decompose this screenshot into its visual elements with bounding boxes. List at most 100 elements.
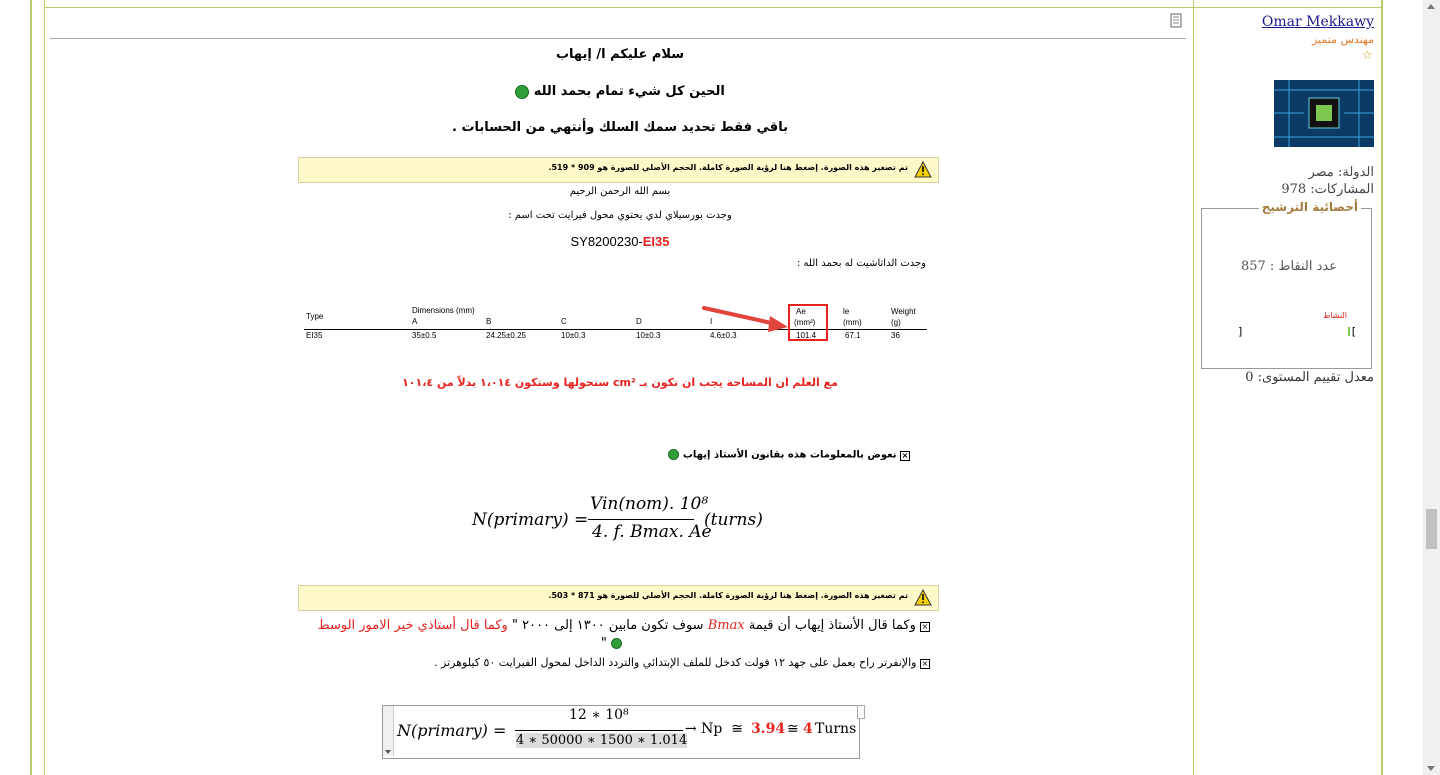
- formula2-denominator: 4 ∗ 50000 ∗ 1500 ∗ 1.014: [516, 733, 688, 748]
- resized-notice-text: تم تصغير هذه الصورة. إضغط هنا لرؤية الصو…: [548, 163, 908, 172]
- left-inner-border: [44, 0, 45, 775]
- substitute-text: نعوض بالمعلومات هذه بقانون الأستاذ إيهاب: [682, 449, 897, 461]
- country-value: مصر: [1308, 165, 1334, 180]
- image-found-line: وجدت بورسيلاي لدي يحتوي محول فيرايت تحت …: [508, 210, 732, 221]
- checkbox-icon-3: ×: [920, 659, 930, 669]
- greeting-line: سلام عليكم ا/ إيهاب: [555, 47, 685, 62]
- activity-label: النشاط: [1322, 311, 1347, 320]
- formula2-lhs: N(primary) =: [397, 721, 507, 740]
- post-separator: [50, 38, 1186, 39]
- formula2-unit: Turns: [815, 721, 857, 737]
- star-icon: ☆: [1362, 48, 1373, 62]
- points-row: عدد النقاط : 857: [1241, 259, 1337, 274]
- bmax-text-red: وكما قال أستاذي خير الامور الوسط: [317, 618, 508, 633]
- table-row-d: 10±0.3: [636, 331, 661, 340]
- points-label: عدد النقاط :: [1269, 259, 1337, 274]
- content-divider: [1193, 0, 1194, 775]
- table-row-a: 35±0.5: [412, 331, 437, 340]
- bmax-line-end: ": [598, 636, 622, 651]
- status-line: الحين كل شيء تمام بحمد الله: [400, 84, 840, 99]
- core-name: SY8200230-EI35: [470, 234, 770, 249]
- country-label: الدولة:: [1338, 165, 1374, 180]
- posts-value: 978: [1281, 182, 1307, 197]
- table-row-type: EI35: [306, 331, 323, 340]
- smile-icon-2: [668, 449, 680, 460]
- bmax-text-a: وكما قال الأستاذ إيهاب أن قيمة: [748, 618, 916, 633]
- warning-icon-2: [914, 589, 932, 606]
- table-row-weight: 36: [891, 331, 900, 340]
- formula-primary-turns: N(primary) = Vin(nom). 10⁸ 4. f. Bmax. A…: [472, 494, 772, 544]
- table-type-header: Type: [306, 312, 324, 321]
- avatar-chip-icon: [1274, 80, 1374, 147]
- table-col-a: A: [412, 317, 418, 326]
- activity-bar-start: ]: [1238, 325, 1243, 338]
- formula-calc-box: N(primary) = 12 ∗ 10⁸ 4 ∗ 50000 ∗ 1500 ∗…: [382, 705, 865, 759]
- smile-icon: [515, 84, 530, 99]
- user-title: مهندس متميز: [1312, 33, 1374, 46]
- table-dims-header: Dimensions (mm): [412, 306, 475, 315]
- status-text: الحين كل شيء تمام بحمد الله: [533, 84, 725, 99]
- username-link[interactable]: Omar Mekkawy: [1262, 14, 1374, 30]
- top-border: [44, 7, 1382, 8]
- reputation-box: أحصائية الترشيح عدد النقاط : 857 النشاط …: [1201, 200, 1372, 369]
- smile-icon-3: [611, 638, 622, 649]
- checkbox-icon: ×: [900, 450, 910, 461]
- table-col-c: C: [561, 317, 567, 326]
- warning-icon: [914, 161, 932, 178]
- table-row-i: 4.6±0.3: [710, 331, 737, 340]
- table-le-header-1: le: [843, 307, 850, 316]
- formula2-value-1: 3.94: [751, 721, 786, 737]
- checkbox-icon-2: ×: [920, 622, 930, 632]
- scroll-down-icon: [385, 750, 391, 754]
- table-weight-header-1: Weight: [891, 307, 916, 316]
- formula1-fraction-bar: [588, 519, 694, 520]
- image-bismillah: بسم الله الرحمن الرحيم: [569, 186, 671, 197]
- formula1-denominator: 4. f. Bmax. Ae: [592, 522, 712, 542]
- scrollbar-thumb[interactable]: [1426, 509, 1437, 549]
- rating-value: 0: [1245, 370, 1254, 385]
- reputation-title: أحصائية الترشيح: [1258, 200, 1361, 214]
- country-row: الدولة: مصر: [1308, 165, 1374, 180]
- datasheet-line: وجدت الداتاشيت له بحمد الله :: [796, 258, 926, 269]
- posts-label: المشاركات:: [1310, 182, 1374, 197]
- formula2-numerator: 12 ∗ 10⁸: [569, 707, 629, 723]
- resized-notice-text-2: تم تصغير هذه الصورة. إضغط هنا لرؤية الصو…: [548, 591, 908, 600]
- bmax-line: × وكما قال الأستاذ إيهاب أن قيمة Bmax سو…: [298, 616, 930, 636]
- table-header-rule: [304, 329, 927, 330]
- table-col-b: B: [486, 317, 492, 326]
- formula2-approx: ≅: [787, 721, 799, 737]
- page-scrollbar[interactable]: [1423, 0, 1440, 775]
- bmax-quote-end: ": [600, 636, 607, 651]
- posts-row: المشاركات: 978: [1281, 182, 1374, 197]
- activity-bar-fill: [1348, 327, 1350, 336]
- bmax-variable: Bmax: [707, 618, 745, 633]
- core-part-b: EI35: [642, 234, 670, 249]
- ae-highlight-box: [788, 304, 828, 341]
- formula1-rhs: (turns): [704, 510, 763, 530]
- formula2-fraction-bar: [515, 730, 683, 731]
- table-row-b: 24.25±0.25: [486, 331, 526, 340]
- scroll-down-icon-page[interactable]: [1427, 766, 1435, 771]
- activity-bar-end: [: [1351, 325, 1356, 338]
- area-conversion-note: مع العلم ان المساحة يجب ان تكون بـ cm² س…: [402, 376, 838, 389]
- right-border: [1381, 0, 1383, 775]
- table-row-le: 67.1: [845, 331, 861, 340]
- resized-image-notice[interactable]: تم تصغير هذه الصورة. إضغط هنا لرؤية الصو…: [298, 157, 939, 183]
- activity-bar: ] [: [1238, 325, 1356, 338]
- red-arrow-icon: [702, 306, 788, 332]
- formula2-value-2: 4: [803, 721, 813, 737]
- points-value: 857: [1240, 259, 1266, 274]
- formula-box-handle[interactable]: [857, 705, 865, 719]
- formula1-numerator: Vin(nom). 10⁸: [590, 494, 709, 514]
- table-row-c: 10±0.3: [561, 331, 586, 340]
- post-icon[interactable]: [1170, 13, 1183, 28]
- inverter-text: والإنفرتر راح يعمل على جهد ١٢ فولت كدخل …: [434, 656, 917, 669]
- resized-image-notice-2[interactable]: تم تصغير هذه الصورة. إضغط هنا لرؤية الصو…: [298, 585, 939, 611]
- rating-label: معدل تقييم المستوى:: [1257, 370, 1374, 385]
- avatar[interactable]: [1274, 80, 1374, 147]
- scroll-up-icon[interactable]: [1427, 4, 1435, 9]
- formula2-arrow: → Np ≅: [685, 721, 744, 737]
- formula-box-scroll[interactable]: [383, 706, 394, 756]
- remaining-line: باقي فقط تحديد سمك السلك وأنتهي من الحسا…: [452, 120, 788, 135]
- core-part-a: SY8200230-: [570, 234, 643, 249]
